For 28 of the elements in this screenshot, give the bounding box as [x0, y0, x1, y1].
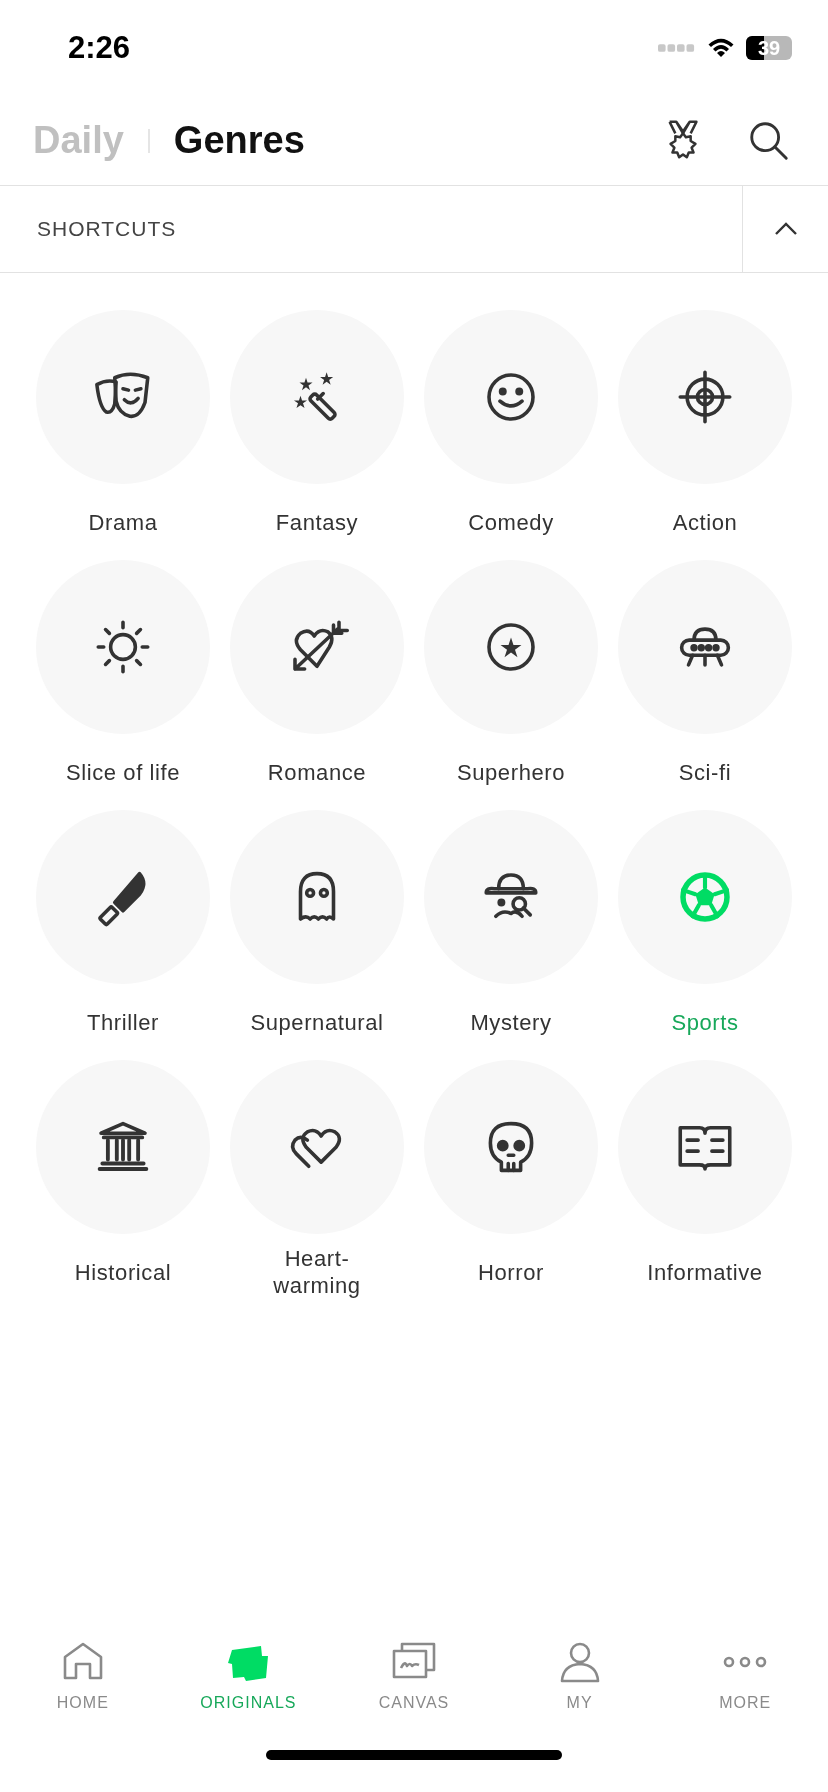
genre-label: Action — [672, 508, 738, 536]
genre-label: Supernatural — [250, 1008, 384, 1036]
genre-label: Sports — [671, 1008, 739, 1036]
nav-tab[interactable]: CANVAS — [331, 1630, 497, 1740]
status-time: 2:26 — [68, 30, 131, 66]
genre-label: Horror — [478, 1258, 544, 1286]
nav-tab[interactable]: HOME — [0, 1630, 166, 1740]
genre-label: Mystery — [470, 1008, 552, 1036]
wifi-icon — [706, 37, 736, 59]
caret-icon — [773, 222, 798, 236]
nav-tab[interactable]: MORE — [662, 1630, 828, 1740]
header-tab[interactable]: Daily — [33, 119, 124, 162]
genre-label: Heart- warming — [273, 1245, 361, 1299]
nav-tab[interactable]: MY — [496, 1630, 663, 1740]
genre-label: Superhero — [456, 758, 566, 786]
signal-icon — [658, 43, 696, 53]
nav-tab[interactable]: ORIGINALS — [165, 1630, 332, 1740]
genre-label: Sci-fi — [678, 758, 732, 786]
genre-label: Slice of life — [65, 758, 181, 786]
shortcuts-title: SHORTCUTS — [36, 217, 178, 241]
genre-label: Fantasy — [275, 508, 359, 536]
genre-label: Informative — [647, 1258, 763, 1286]
genre-label: Historical — [74, 1258, 172, 1286]
genre-label: Thriller — [87, 1008, 159, 1036]
header-tab[interactable]: Genres — [173, 119, 305, 162]
genre-label: Comedy — [468, 508, 554, 536]
genre-label: Drama — [88, 508, 158, 536]
genre-label: Romance — [267, 758, 367, 786]
